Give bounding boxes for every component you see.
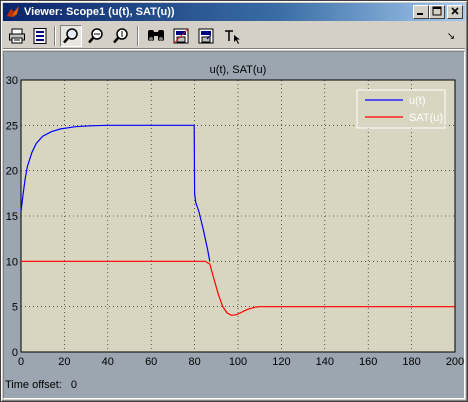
x-tick-label: 140 bbox=[316, 356, 334, 368]
restore-axes-icon bbox=[198, 28, 214, 44]
y-tick-label: 0 bbox=[12, 347, 18, 359]
window-title: Viewer: Scope1 (u(t), SAT(u)) bbox=[24, 6, 175, 18]
zoom-x-icon bbox=[88, 28, 103, 44]
x-tick-label: 120 bbox=[272, 356, 290, 368]
title-bar[interactable]: Viewer: Scope1 (u(t), SAT(u)) bbox=[3, 3, 465, 21]
zoom-y-button[interactable] bbox=[110, 25, 132, 47]
y-tick-label: 30 bbox=[6, 75, 18, 87]
y-tick-label: 15 bbox=[6, 211, 18, 223]
y-tick-label: 25 bbox=[6, 120, 18, 132]
print-icon bbox=[9, 28, 25, 44]
maximize-icon bbox=[432, 6, 442, 16]
minimize-icon bbox=[417, 13, 423, 15]
zoom-y-icon bbox=[113, 28, 128, 44]
maximize-button[interactable] bbox=[429, 5, 445, 19]
x-tick-label: 100 bbox=[229, 356, 247, 368]
zoom-icon bbox=[63, 28, 78, 44]
autoscale-icon bbox=[148, 30, 164, 41]
close-button[interactable] bbox=[447, 5, 463, 19]
x-tick-label: 160 bbox=[359, 356, 377, 368]
zoom-button[interactable] bbox=[60, 25, 82, 47]
legend: u(t) SAT(u) bbox=[356, 89, 446, 129]
autoscale-button[interactable] bbox=[145, 25, 167, 47]
zoom-x-button[interactable] bbox=[85, 25, 107, 47]
save-axes-button[interactable] bbox=[170, 25, 192, 47]
toolbar-separator bbox=[54, 26, 56, 46]
minimize-button[interactable] bbox=[413, 5, 429, 19]
x-tick-label: 80 bbox=[188, 356, 200, 368]
y-tick-label: 5 bbox=[12, 302, 18, 314]
x-tick-label: 20 bbox=[58, 356, 70, 368]
close-icon bbox=[451, 7, 459, 15]
scope-viewer-window: Viewer: Scope1 (u(t), SAT(u)) ↘ 0 20 40 … bbox=[0, 0, 468, 402]
x-tick-label: 60 bbox=[145, 356, 157, 368]
scope-chart[interactable]: 0 20 40 60 80 100 120 140 160 180 200 051015202530… bbox=[4, 52, 464, 398]
y-tick-label: 10 bbox=[6, 256, 18, 268]
toolbar-overflow-icon: ↘ bbox=[446, 30, 456, 42]
x-tick-label: 0 bbox=[18, 356, 24, 368]
time-offset-value: 0 bbox=[70, 379, 78, 391]
matlab-icon bbox=[7, 6, 19, 17]
y-tick-labels: 0 5 10 15 20 25 30 bbox=[6, 75, 18, 359]
y-tick-label: 20 bbox=[6, 166, 18, 178]
time-offset: Time offset: 0 bbox=[5, 379, 77, 391]
save-axes-icon bbox=[173, 28, 189, 44]
floating-scope-icon bbox=[225, 30, 240, 44]
floating-scope-button[interactable] bbox=[222, 25, 244, 47]
restore-axes-button[interactable] bbox=[195, 25, 217, 47]
toolbar-overflow-button[interactable]: ↘ bbox=[441, 25, 461, 47]
chart-title: u(t), SAT(u) bbox=[210, 64, 267, 76]
parameters-icon bbox=[33, 28, 47, 44]
x-tick-label: 180 bbox=[402, 356, 420, 368]
time-offset-label: Time offset: bbox=[5, 379, 62, 391]
legend-label: u(t) bbox=[409, 95, 426, 107]
x-tick-labels: 0 20 40 60 80 100 120 140 160 180 200 bbox=[18, 356, 464, 368]
x-tick-label: 200 bbox=[446, 356, 464, 368]
plot-frame: 0 20 40 60 80 100 120 140 160 180 200 0 5 10 15 20 25 30… bbox=[3, 51, 465, 399]
toolbar: ↘ bbox=[3, 23, 465, 49]
legend-label: SAT(u) bbox=[409, 112, 443, 124]
parameters-button[interactable] bbox=[29, 25, 51, 47]
x-tick-label: 40 bbox=[102, 356, 114, 368]
print-button[interactable] bbox=[6, 25, 28, 47]
toolbar-separator bbox=[137, 26, 139, 46]
